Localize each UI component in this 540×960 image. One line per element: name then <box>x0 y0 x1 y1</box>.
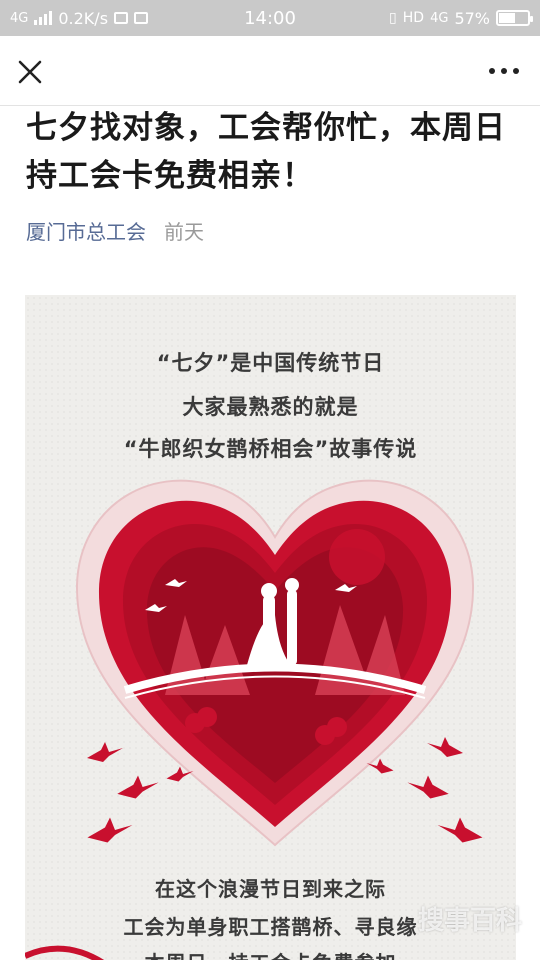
bird-icon <box>427 737 463 757</box>
article-meta: 厦门市总工会 前天 <box>26 216 204 245</box>
publish-date: 前天 <box>164 220 204 244</box>
heart-illustration <box>75 479 475 847</box>
battery-percent: 57% <box>454 8 490 28</box>
bird-icon <box>166 766 194 782</box>
status-bar: 4G 0.2K/s 14:00 ▯ HD 4G 57% <box>0 0 540 36</box>
signal-icon <box>34 11 53 25</box>
hd-label: HD <box>402 10 425 26</box>
network-speed: 0.2K/s <box>58 8 109 28</box>
bird-icon <box>87 817 133 843</box>
poster-image: “七夕”是中国传统节日 大家最熟悉的就是 “牛郎织女鹊桥相会”故事传说 在这个浪… <box>25 295 516 960</box>
vibrate-icon: ▯ <box>389 10 397 26</box>
watermark: 搜事百科 <box>417 906 522 936</box>
network-right-label: 4G <box>430 10 449 26</box>
bird-icon <box>407 775 449 799</box>
author-link[interactable]: 厦门市总工会 <box>26 216 146 245</box>
close-icon[interactable] <box>16 58 44 86</box>
decorative-swoosh <box>25 945 105 960</box>
network-label: 4G <box>10 10 29 26</box>
poster-text-line: “牛郎织女鹊桥相会”故事传说 <box>123 437 418 461</box>
battery-icon <box>496 10 533 26</box>
top-nav-bar <box>0 36 540 106</box>
bird-icon <box>437 817 483 843</box>
article-title: 七夕找对象，工会帮你忙，本周日持工会卡免费相亲！ <box>26 110 506 194</box>
bird-icon <box>117 775 159 799</box>
notification-icon <box>114 12 129 24</box>
bird-icon <box>87 742 123 762</box>
poster-text-line: 在这个浪漫节日到来之际 <box>155 877 386 901</box>
sim-icon <box>134 12 149 24</box>
poster-text-line: 大家最熟悉的就是 <box>182 395 359 419</box>
poster-text-line: “七夕”是中国传统节日 <box>156 351 385 375</box>
more-dots-icon[interactable] <box>488 66 520 76</box>
bird-icon <box>366 758 394 774</box>
